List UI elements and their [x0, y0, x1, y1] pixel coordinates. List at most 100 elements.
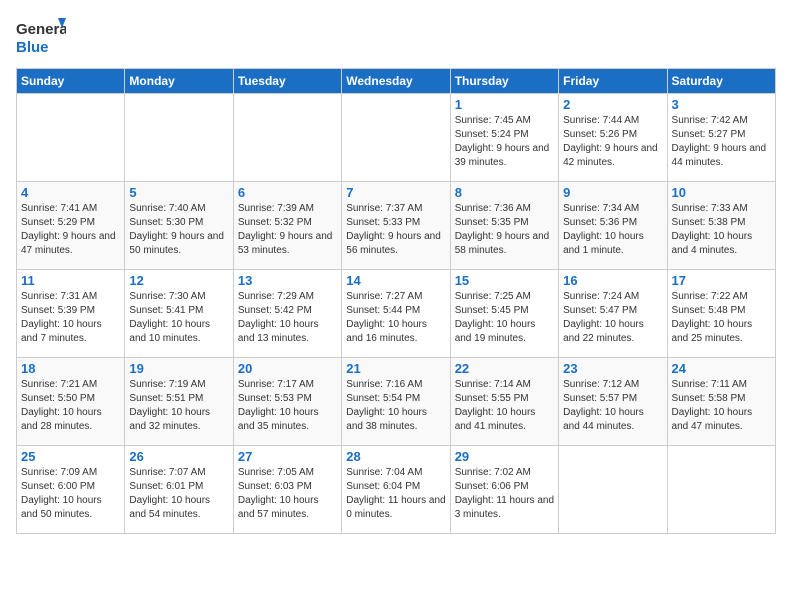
day-number: 3	[672, 97, 771, 112]
calendar-cell: 6 Sunrise: 7:39 AM Sunset: 5:32 PM Daylig…	[233, 182, 341, 270]
weekday-header-tuesday: Tuesday	[233, 69, 341, 94]
day-number: 22	[455, 361, 554, 376]
day-info: Sunrise: 7:41 AM Sunset: 5:29 PM Dayligh…	[21, 202, 120, 258]
day-number: 26	[129, 449, 228, 464]
day-number: 12	[129, 273, 228, 288]
day-info: Sunrise: 7:30 AM Sunset: 5:41 PM Dayligh…	[129, 290, 228, 346]
calendar-week-row: 25 Sunrise: 7:09 AM Sunset: 6:00 PM Dayli…	[17, 446, 776, 534]
calendar-cell: 21Sunrise: 7:16 AM Sunset: 5:54 PM Dayli…	[342, 358, 450, 446]
day-info: Sunrise: 7:11 AM Sunset: 5:58 PM Dayligh…	[672, 378, 771, 434]
day-number: 15	[455, 273, 554, 288]
calendar-cell: 23 Sunrise: 7:12 AM Sunset: 5:57 PM Dayli…	[559, 358, 667, 446]
day-info: Sunrise: 7:29 AM Sunset: 5:42 PM Dayligh…	[238, 290, 337, 346]
calendar-cell: 17Sunrise: 7:22 AM Sunset: 5:48 PM Dayli…	[667, 270, 775, 358]
day-info: Sunrise: 7:22 AM Sunset: 5:48 PM Dayligh…	[672, 290, 771, 346]
day-number: 8	[455, 185, 554, 200]
day-info: Sunrise: 7:16 AM Sunset: 5:54 PM Dayligh…	[346, 378, 445, 434]
day-info: Sunrise: 7:09 AM Sunset: 6:00 PM Dayligh…	[21, 466, 120, 522]
day-info: Sunrise: 7:02 AM Sunset: 6:06 PM Dayligh…	[455, 466, 554, 522]
calendar-cell: 8 Sunrise: 7:36 AM Sunset: 5:35 PM Daylig…	[450, 182, 558, 270]
day-number: 10	[672, 185, 771, 200]
calendar-cell: 26 Sunrise: 7:07 AM Sunset: 6:01 PM Dayli…	[125, 446, 233, 534]
day-number: 25	[21, 449, 120, 464]
calendar-cell: 9 Sunrise: 7:34 AM Sunset: 5:36 PM Daylig…	[559, 182, 667, 270]
day-info: Sunrise: 7:40 AM Sunset: 5:30 PM Dayligh…	[129, 202, 228, 258]
day-info: Sunrise: 7:37 AM Sunset: 5:33 PM Dayligh…	[346, 202, 445, 258]
calendar-cell: 24 Sunrise: 7:11 AM Sunset: 5:58 PM Dayli…	[667, 358, 775, 446]
weekday-header-monday: Monday	[125, 69, 233, 94]
calendar-cell	[667, 446, 775, 534]
day-number: 5	[129, 185, 228, 200]
day-number: 7	[346, 185, 445, 200]
calendar-week-row: 11Sunrise: 7:31 AM Sunset: 5:39 PM Dayli…	[17, 270, 776, 358]
calendar-cell: 10 Sunrise: 7:33 AM Sunset: 5:38 PM Dayli…	[667, 182, 775, 270]
day-info: Sunrise: 7:39 AM Sunset: 5:32 PM Dayligh…	[238, 202, 337, 258]
calendar-cell: 2 Sunrise: 7:44 AM Sunset: 5:26 PM Daylig…	[559, 94, 667, 182]
svg-text:Blue: Blue	[16, 39, 49, 56]
day-info: Sunrise: 7:34 AM Sunset: 5:36 PM Dayligh…	[563, 202, 662, 258]
calendar-cell	[125, 94, 233, 182]
calendar-cell: 1 Sunrise: 7:45 AM Sunset: 5:24 PM Daylig…	[450, 94, 558, 182]
calendar-cell: 15Sunrise: 7:25 AM Sunset: 5:45 PM Dayli…	[450, 270, 558, 358]
day-number: 11	[21, 273, 120, 288]
day-info: Sunrise: 7:42 AM Sunset: 5:27 PM Dayligh…	[672, 114, 771, 170]
day-info: Sunrise: 7:05 AM Sunset: 6:03 PM Dayligh…	[238, 466, 337, 522]
calendar-cell	[342, 94, 450, 182]
day-number: 14	[346, 273, 445, 288]
day-info: Sunrise: 7:44 AM Sunset: 5:26 PM Dayligh…	[563, 114, 662, 170]
calendar-cell: 11Sunrise: 7:31 AM Sunset: 5:39 PM Dayli…	[17, 270, 125, 358]
day-info: Sunrise: 7:27 AM Sunset: 5:44 PM Dayligh…	[346, 290, 445, 346]
day-info: Sunrise: 7:12 AM Sunset: 5:57 PM Dayligh…	[563, 378, 662, 434]
calendar-week-row: 1 Sunrise: 7:45 AM Sunset: 5:24 PM Daylig…	[17, 94, 776, 182]
day-number: 23	[563, 361, 662, 376]
day-number: 20	[238, 361, 337, 376]
day-info: Sunrise: 7:36 AM Sunset: 5:35 PM Dayligh…	[455, 202, 554, 258]
day-number: 18	[21, 361, 120, 376]
calendar-cell: 13 Sunrise: 7:29 AM Sunset: 5:42 PM Dayli…	[233, 270, 341, 358]
day-number: 6	[238, 185, 337, 200]
calendar-cell: 5 Sunrise: 7:40 AM Sunset: 5:30 PM Daylig…	[125, 182, 233, 270]
calendar-week-row: 4 Sunrise: 7:41 AM Sunset: 5:29 PM Daylig…	[17, 182, 776, 270]
calendar-cell: 29 Sunrise: 7:02 AM Sunset: 6:06 PM Dayli…	[450, 446, 558, 534]
weekday-header-saturday: Saturday	[667, 69, 775, 94]
calendar-cell: 16Sunrise: 7:24 AM Sunset: 5:47 PM Dayli…	[559, 270, 667, 358]
day-number: 19	[129, 361, 228, 376]
day-info: Sunrise: 7:04 AM Sunset: 6:04 PM Dayligh…	[346, 466, 445, 522]
calendar-table: SundayMondayTuesdayWednesdayThursdayFrid…	[16, 68, 776, 534]
calendar-cell	[233, 94, 341, 182]
weekday-header-wednesday: Wednesday	[342, 69, 450, 94]
weekday-header-thursday: Thursday	[450, 69, 558, 94]
day-info: Sunrise: 7:45 AM Sunset: 5:24 PM Dayligh…	[455, 114, 554, 170]
calendar-cell: 28Sunrise: 7:04 AM Sunset: 6:04 PM Dayli…	[342, 446, 450, 534]
calendar-cell	[17, 94, 125, 182]
day-number: 1	[455, 97, 554, 112]
day-number: 9	[563, 185, 662, 200]
logo: General Blue	[16, 16, 66, 60]
day-number: 13	[238, 273, 337, 288]
calendar-cell: 22 Sunrise: 7:14 AM Sunset: 5:55 PM Dayli…	[450, 358, 558, 446]
day-info: Sunrise: 7:17 AM Sunset: 5:53 PM Dayligh…	[238, 378, 337, 434]
weekday-header-friday: Friday	[559, 69, 667, 94]
weekday-header-row: SundayMondayTuesdayWednesdayThursdayFrid…	[17, 69, 776, 94]
header: General Blue	[16, 16, 776, 60]
calendar-cell: 20 Sunrise: 7:17 AM Sunset: 5:53 PM Dayli…	[233, 358, 341, 446]
day-number: 27	[238, 449, 337, 464]
day-info: Sunrise: 7:07 AM Sunset: 6:01 PM Dayligh…	[129, 466, 228, 522]
day-info: Sunrise: 7:33 AM Sunset: 5:38 PM Dayligh…	[672, 202, 771, 258]
day-info: Sunrise: 7:19 AM Sunset: 5:51 PM Dayligh…	[129, 378, 228, 434]
weekday-header-sunday: Sunday	[17, 69, 125, 94]
day-info: Sunrise: 7:14 AM Sunset: 5:55 PM Dayligh…	[455, 378, 554, 434]
day-info: Sunrise: 7:21 AM Sunset: 5:50 PM Dayligh…	[21, 378, 120, 434]
calendar-cell: 3 Sunrise: 7:42 AM Sunset: 5:27 PM Daylig…	[667, 94, 775, 182]
logo-svg: General Blue	[16, 16, 66, 60]
day-number: 24	[672, 361, 771, 376]
calendar-cell	[559, 446, 667, 534]
day-number: 4	[21, 185, 120, 200]
day-info: Sunrise: 7:24 AM Sunset: 5:47 PM Dayligh…	[563, 290, 662, 346]
calendar-cell: 19 Sunrise: 7:19 AM Sunset: 5:51 PM Dayli…	[125, 358, 233, 446]
day-number: 29	[455, 449, 554, 464]
calendar-cell: 27 Sunrise: 7:05 AM Sunset: 6:03 PM Dayli…	[233, 446, 341, 534]
calendar-week-row: 18 Sunrise: 7:21 AM Sunset: 5:50 PM Dayli…	[17, 358, 776, 446]
day-number: 2	[563, 97, 662, 112]
calendar-cell: 4 Sunrise: 7:41 AM Sunset: 5:29 PM Daylig…	[17, 182, 125, 270]
